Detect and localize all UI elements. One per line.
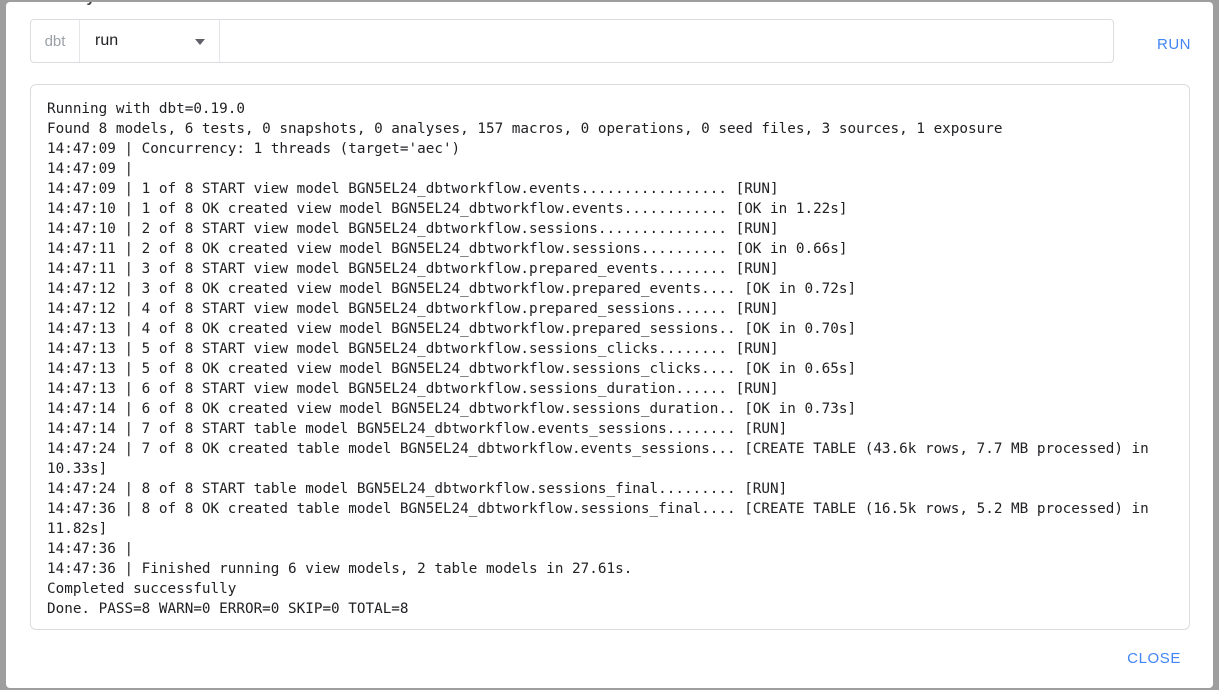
back-caret-icon[interactable]: ‹: [38, 2, 42, 5]
console-output-text: Running with dbt=0.19.0 Found 8 models, …: [47, 101, 1149, 617]
dbt-run-dialog: ‹ Analysis dbt run RUN Running with dbt=…: [6, 2, 1213, 688]
console-output-panel[interactable]: Running with dbt=0.19.0 Found 8 models, …: [30, 84, 1190, 630]
dialog-title: Analysis: [54, 2, 116, 6]
dialog-footer: CLOSE: [6, 640, 1213, 680]
dbt-prefix-label: dbt: [31, 20, 80, 62]
command-args-input[interactable]: [220, 20, 1113, 62]
run-button[interactable]: RUN: [1147, 30, 1201, 59]
command-field: dbt run: [30, 19, 1114, 63]
command-select[interactable]: run: [80, 20, 220, 62]
command-select-value: run: [95, 32, 119, 49]
dialog-title-strip: ‹ Analysis: [6, 2, 1213, 6]
command-bar: dbt run RUN: [6, 14, 1213, 68]
chevron-down-icon: [195, 39, 205, 45]
close-button[interactable]: CLOSE: [1119, 644, 1189, 673]
